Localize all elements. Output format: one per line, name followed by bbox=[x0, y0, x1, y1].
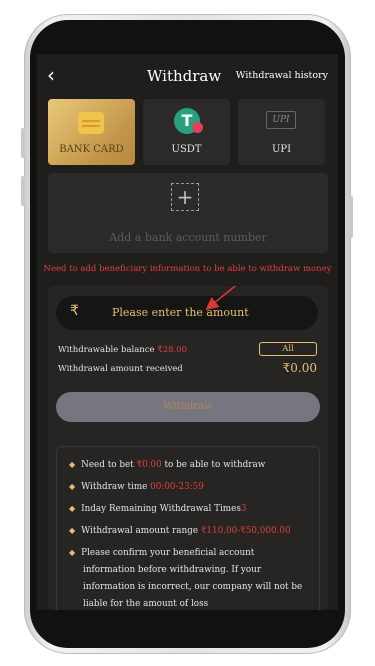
balance-value: ₹28.00 bbox=[157, 345, 188, 355]
add-account-label: Add a bank account number bbox=[109, 231, 267, 244]
tab-label: USDT bbox=[171, 144, 202, 155]
tab-label: BANK CARD bbox=[59, 144, 124, 155]
rule-item: ◆ Inday Remaining Withdrawal Times3 bbox=[69, 504, 247, 514]
phone-chin bbox=[37, 610, 338, 640]
rule-item: ◆ Please confirm your beneficial account … bbox=[69, 548, 303, 609]
add-bank-account-button[interactable]: + Add a bank account number bbox=[48, 173, 328, 253]
tab-usdt[interactable]: T USDT bbox=[143, 99, 230, 165]
add-icon: + bbox=[171, 183, 199, 211]
received-value: ₹0.00 bbox=[282, 361, 317, 375]
phone-side-button bbox=[21, 176, 25, 206]
rule-item: ◆ Withdrawal amount range ₹110.00-₹50,000… bbox=[69, 526, 291, 536]
withdraw-rules: ◆ Need to bet ₹0.00 to be able to withdra… bbox=[56, 446, 320, 610]
rule-item: ◆ Need to bet ₹0.00 to be able to withdra… bbox=[69, 460, 266, 470]
phone-side-button bbox=[349, 196, 353, 238]
withdrawable-balance: Withdrawable balance ₹28.00 bbox=[58, 345, 187, 355]
beneficiary-warning: Need to add beneficiary information to b… bbox=[43, 264, 332, 274]
bank-card-icon bbox=[78, 112, 104, 134]
tab-label: UPI bbox=[271, 144, 292, 155]
upi-icon: UPI bbox=[266, 111, 296, 129]
status-bar bbox=[37, 28, 338, 54]
tab-bank-card[interactable]: BANK CARD bbox=[48, 99, 135, 165]
chevron-left-icon[interactable]: ‹ bbox=[47, 64, 67, 86]
all-button[interactable]: All bbox=[259, 342, 317, 356]
withdrawal-history-link[interactable]: Withdrawal history bbox=[236, 70, 328, 81]
payment-method-tabs: BANK CARD T USDT UPI UPI bbox=[48, 99, 330, 165]
badge-icon bbox=[192, 122, 203, 133]
annotation-arrow bbox=[205, 286, 237, 311]
withdraw-button[interactable]: Withdraw bbox=[56, 392, 320, 422]
rule-item: ◆ Withdraw time 00:00-23:59 bbox=[69, 482, 204, 492]
balance-label: Withdrawable balance bbox=[58, 345, 155, 355]
tab-upi[interactable]: UPI UPI bbox=[238, 99, 325, 165]
withdraw-panel: ₹ Please enter the amount Withdrawable b… bbox=[48, 286, 328, 610]
phone-side-button bbox=[21, 128, 25, 158]
page-title: Withdraw bbox=[147, 67, 222, 85]
app-screen: ‹ Withdraw Withdrawal history BANK CARD … bbox=[37, 54, 338, 610]
received-label: Withdrawal amount received bbox=[58, 364, 183, 374]
header-bar: ‹ Withdraw Withdrawal history bbox=[37, 54, 338, 98]
